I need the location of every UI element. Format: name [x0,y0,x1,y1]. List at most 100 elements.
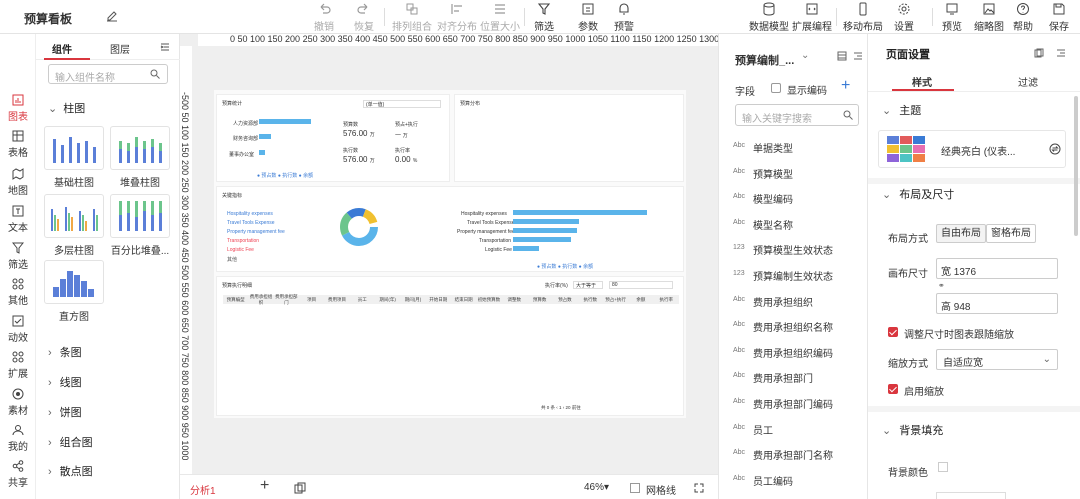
table-column-header[interactable]: 费用项目 [324,297,349,303]
table-column-header[interactable]: 费用承担部门 [274,294,299,306]
table-column-header[interactable]: 费用承担组织 [248,294,273,306]
field-item[interactable]: Abc 员工 [733,422,773,437]
filter-value-input[interactable]: 80 [609,281,673,289]
section-pie-chart[interactable]: › 饼图 [48,404,82,420]
field-item[interactable]: Abc 费用承担组织 [733,294,813,309]
undo-button[interactable]: 撤销 [314,2,334,33]
table-column-header[interactable]: 员工 [350,297,375,303]
bg-color-swatch[interactable] [938,462,948,472]
color-picker-box[interactable] [936,492,1006,499]
thumb-basic-bar[interactable] [44,126,104,170]
field-item[interactable]: Abc 单据类型 [733,140,793,155]
thumb-histogram[interactable] [44,260,104,304]
rail-item-mine[interactable]: 我的 [0,424,36,453]
section-scatter-chart[interactable]: › 散点图 [48,463,93,479]
edit-title-icon[interactable] [106,10,118,22]
pagination[interactable]: 共 0 条 ‹ 1 › 20 前往 [541,405,581,411]
field-item[interactable]: Abc 费用承担部门名称 [733,447,833,462]
value-select[interactable]: (单一值) [363,100,441,108]
thumb-multi-bar[interactable] [44,194,104,238]
section-background[interactable]: ⌄ 背景填充 [882,422,943,438]
field-item[interactable]: Abc 费用承担部门编码 [733,396,833,411]
width-input[interactable]: 宽 1376 [936,258,1058,279]
filter-button[interactable]: 筛选 [534,2,554,33]
zoom-mode-select[interactable]: 自适应宽 ⌄ [936,349,1058,370]
rail-item-text[interactable]: 文本 [0,205,36,234]
mobile-layout-button[interactable]: 移动布局 [843,2,883,33]
table-column-header[interactable]: 期间(月) [400,297,425,303]
thumbnail-button[interactable]: 缩略图 [974,2,1004,33]
tab-style[interactable]: 样式 [912,74,932,89]
scrollbar[interactable] [1074,96,1078,236]
list-view-icon[interactable] [837,51,847,61]
table-column-header[interactable]: 余额 [628,297,653,303]
table-column-header[interactable]: 执行数 [578,297,603,303]
rail-item-table[interactable]: 表格 [0,130,36,159]
collapse-icon[interactable] [160,42,170,52]
table-column-header[interactable]: 期间(年) [375,297,400,303]
style-copy-icon[interactable] [1034,48,1044,58]
chevron-down-icon[interactable]: ⌄ [801,50,809,61]
follow-resize-checkbox[interactable] [888,327,898,337]
rail-item-other[interactable]: 其他 [0,278,36,307]
key-metrics-card[interactable]: 关键指标 Hospitality expenses Travel Tools E… [216,186,684,272]
canvas-area[interactable]: 0 50 100 150 200 250 300 350 400 450 500… [180,34,718,474]
swap-icon[interactable] [1049,143,1061,155]
rail-item-map[interactable]: 地图 [0,168,36,197]
rail-item-chart[interactable]: 图表 [0,94,36,123]
section-layout[interactable]: ⌄ 布局及尺寸 [882,186,954,202]
copy-icon[interactable] [294,482,306,494]
settings-button[interactable]: 设置 [894,2,914,33]
collapse-panel-icon[interactable] [1056,48,1066,58]
collapse-panel-icon[interactable] [853,51,863,61]
section-combo-chart[interactable]: › 组合图 [48,434,93,450]
rail-item-share[interactable]: 共享 [0,460,36,489]
budget-detail-table-card[interactable]: 预算执行明细 执行率(%) 大于等于 80 预算编型 费用承担组织 费用承担部门 项目… [216,276,684,416]
save-button[interactable]: 保存 [1049,2,1069,33]
section-theme[interactable]: ⌄ 主题 [882,102,921,118]
field-item[interactable]: Abc 费用承担部门 [733,370,813,385]
field-item[interactable]: Abc 模型编码 [733,191,793,206]
thumb-percent-stacked[interactable] [110,194,170,238]
thumb-stacked-bar[interactable] [110,126,170,170]
budget-distribution-card[interactable]: 预算分布 [454,94,684,182]
table-column-header[interactable]: 开始日期 [426,297,451,303]
link-icon[interactable]: ⚭ [938,281,945,290]
rail-item-filter[interactable]: 筛选 [0,242,36,271]
field-item[interactable]: 123 预算模型生效状态 [733,242,833,257]
table-column-header[interactable]: 预算数 [527,297,552,303]
table-column-header[interactable]: 预占数 [552,297,577,303]
table-column-header[interactable]: 预算编型 [223,297,248,303]
table-column-header[interactable]: 初始预算数 [476,297,501,303]
enable-zoom-checkbox[interactable] [888,384,898,394]
rail-item-assets[interactable]: 素材 [0,388,36,417]
dashboard-page[interactable]: 预算统计 (单一值) 人力资源部 财务咨询部 董事办公室 ● 预占数 ● 执行数… [214,90,686,418]
field-item[interactable]: 123 预算编制生效状态 [733,268,833,283]
show-code-checkbox[interactable] [771,83,781,93]
field-item[interactable]: Abc 费用承担组织编码 [733,345,833,360]
preview-button[interactable]: 预览 [942,2,962,33]
grid-checkbox[interactable] [630,483,640,493]
align-button[interactable]: 对齐分布 [437,2,477,33]
zoom-select[interactable]: 46%▾ [584,482,609,493]
params-button[interactable]: 参数 [578,2,598,33]
table-column-header[interactable]: 项目 [299,297,324,303]
table-column-header[interactable]: 执行率 [654,297,679,303]
ext-code-button[interactable]: 扩展编程 [792,2,832,33]
table-column-header[interactable]: 调整数 [502,297,527,303]
filter-operator-select[interactable]: 大于等于 [573,281,603,289]
rail-item-animation[interactable]: 动效 [0,315,36,344]
dataset-title[interactable]: 预算编制_... [735,52,794,68]
tab-layers[interactable]: 图层 [110,41,130,56]
field-item[interactable]: Abc 员工编码 [733,473,793,488]
alert-button[interactable]: 预警 [614,2,634,33]
field-item[interactable]: Abc 预算模型 [733,166,793,181]
data-model-button[interactable]: 数据模型 [749,2,789,33]
rail-item-extension[interactable]: 扩展 [0,351,36,380]
position-size-button[interactable]: 位置大小 [480,2,520,33]
theme-selector[interactable]: 经典亮白 (仪表... [878,130,1066,168]
table-column-header[interactable]: 结束日期 [451,297,476,303]
section-strip-chart[interactable]: › 条图 [48,344,82,360]
help-button[interactable]: 帮助 [1013,2,1033,33]
tab-filter[interactable]: 过滤 [1018,74,1038,89]
